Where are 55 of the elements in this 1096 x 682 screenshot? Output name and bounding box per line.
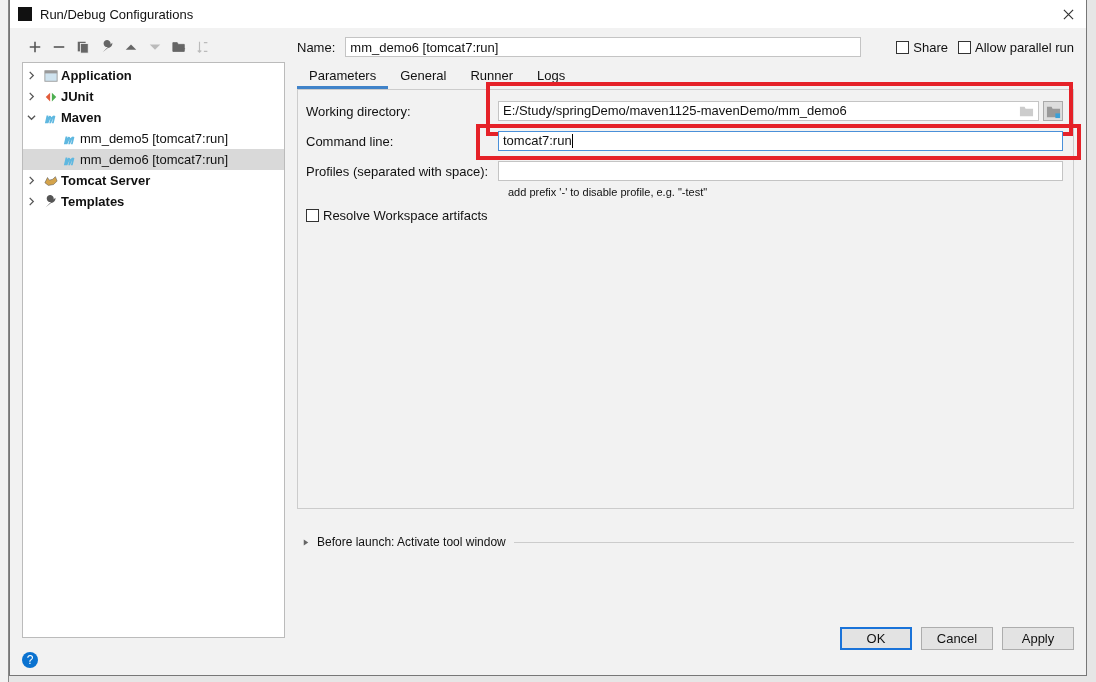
tree-item-label: JUnit	[61, 89, 94, 104]
tree-item-label: mm_demo5 [tomcat7:run]	[80, 131, 229, 146]
tab[interactable]: Parameters	[297, 65, 389, 89]
expand-icon[interactable]	[303, 537, 309, 547]
name-field[interactable]: mm_demo6 [tomcat7:run]	[345, 37, 862, 57]
hint-text: add prefix '-' to disable profile, e.g. "-test"	[508, 186, 709, 198]
new-folder-icon[interactable]	[172, 40, 186, 54]
chevron-icon[interactable]	[27, 92, 36, 101]
close-icon[interactable]	[1063, 8, 1074, 20]
input-field[interactable]: E:/Study/springDemo/maven1125-mavenDemo/mm_demo6	[498, 101, 1039, 121]
chevron-icon[interactable]	[27, 176, 36, 185]
checkbox-square[interactable]	[306, 209, 319, 222]
input-field[interactable]	[498, 161, 1063, 181]
tree-item-label: Templates	[61, 194, 125, 209]
field-label: Profiles (separated with space):	[306, 163, 490, 179]
field-value: E:/Study/springDemo/maven1125-mavenDemo/mm_demo6	[503, 102, 847, 120]
field-value: tomcat7:run	[503, 132, 572, 150]
name-label: Name:	[297, 39, 336, 55]
tree-item[interactable]: Application	[23, 65, 284, 86]
app-logo-icon	[18, 7, 32, 21]
tomcat-icon	[44, 173, 58, 188]
tree-item-label: mm_demo6 [tomcat7:run]	[80, 152, 229, 167]
checkbox[interactable]: Resolve Workspace artifacts	[306, 208, 1063, 223]
tab[interactable]: Runner	[458, 65, 526, 89]
tree-item[interactable]: JUnit	[23, 86, 284, 107]
chevron-icon[interactable]	[27, 197, 36, 206]
chevron-icon[interactable]	[27, 71, 36, 80]
checkbox-label: Share	[913, 39, 948, 55]
chevron-icon[interactable]	[27, 113, 36, 122]
field-label: Command line:	[306, 133, 395, 149]
checkbox[interactable]: Share	[896, 39, 948, 55]
checkbox-square[interactable]	[958, 40, 971, 54]
tab[interactable]: Logs	[525, 65, 578, 89]
dialog-button[interactable]: Cancel	[921, 627, 993, 650]
window-title: Run/Debug Configurations	[40, 6, 195, 22]
tree-item[interactable]: Templates	[23, 191, 284, 212]
tree-item-label: Tomcat Server	[61, 173, 151, 188]
copy-icon[interactable]	[76, 40, 90, 54]
tree-item[interactable]: Tomcat Server	[23, 170, 284, 191]
tree-item-label: Maven	[61, 110, 102, 125]
input-field[interactable]: tomcat7:run	[498, 131, 1063, 151]
checkbox-square[interactable]	[896, 40, 910, 54]
checkbox-label: Resolve Workspace artifacts	[323, 208, 488, 223]
tree-item[interactable]: mm_demo5 [tomcat7:run]	[23, 128, 284, 149]
add-icon[interactable]	[28, 40, 42, 54]
dialog-button[interactable]: Apply	[1002, 627, 1074, 650]
help-button[interactable]: ?	[22, 652, 38, 668]
application-icon	[44, 68, 58, 83]
section-title[interactable]: Before launch: Activate tool window	[317, 535, 506, 549]
dialog-button[interactable]: OK	[840, 627, 912, 650]
tree-item[interactable]: Maven	[23, 107, 284, 128]
tree-item-label: Application	[61, 68, 132, 83]
field-label: Working directory:	[306, 103, 412, 119]
tab[interactable]: General	[388, 65, 459, 89]
tree-item[interactable]: mm_demo6 [tomcat7:run]	[23, 149, 284, 170]
